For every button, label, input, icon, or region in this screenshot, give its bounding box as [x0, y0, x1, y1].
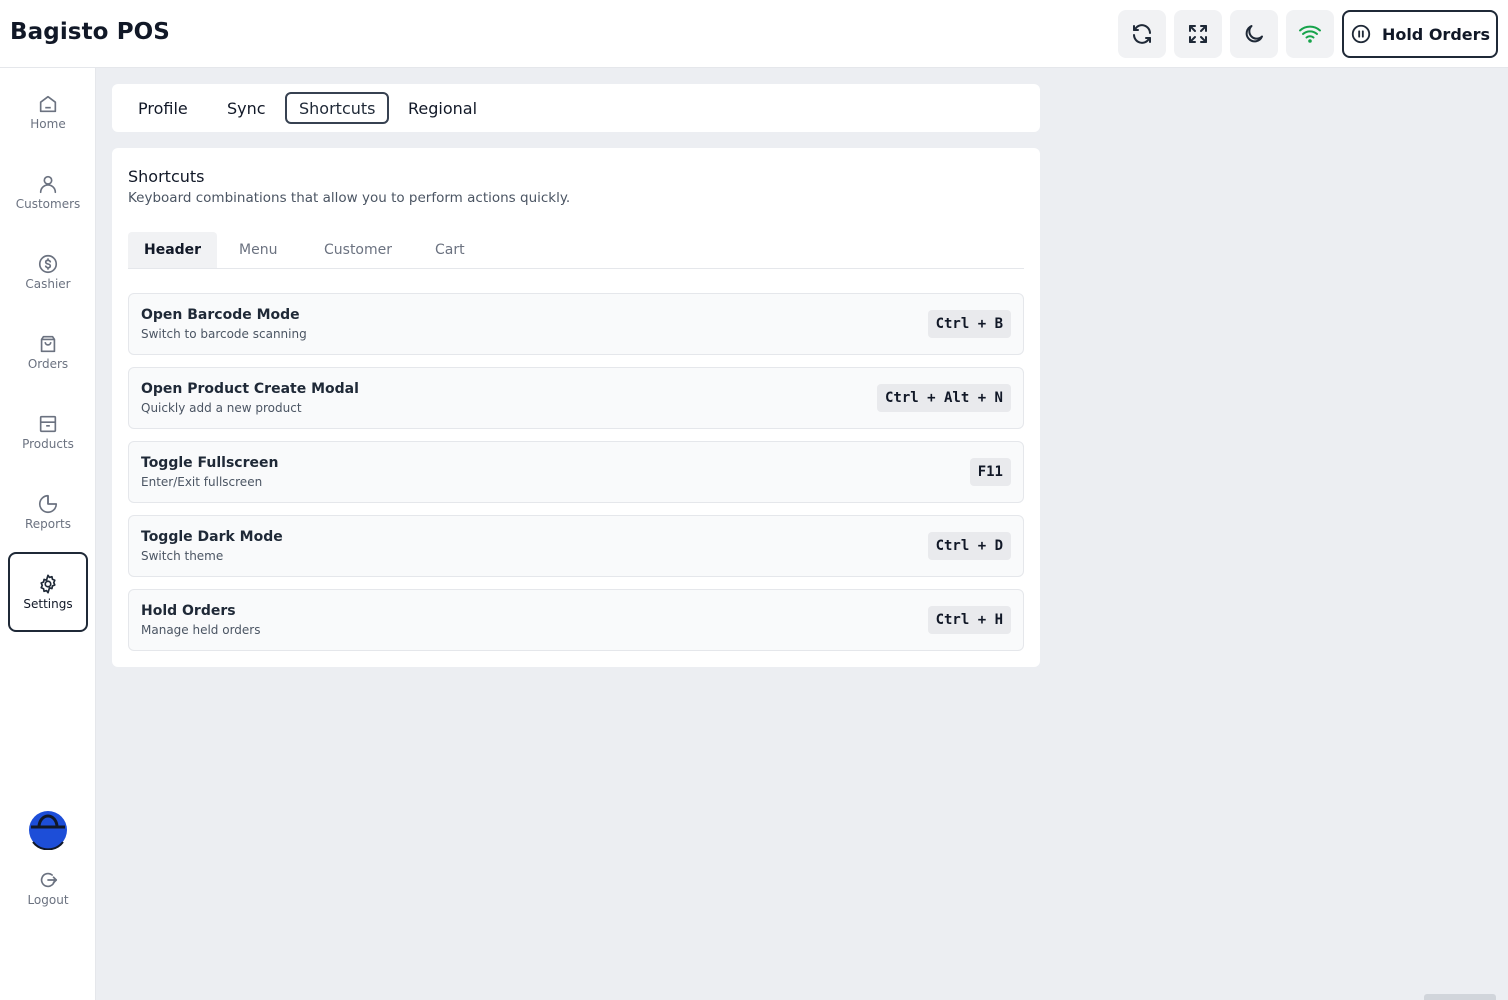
sidebar-item-label: Products: [22, 437, 74, 451]
sidebar: Home Customers Cashier Orders Products R…: [0, 68, 96, 1000]
sidebar-item-customers[interactable]: Customers: [8, 152, 88, 232]
shortcut-title: Hold Orders: [141, 603, 236, 619]
shortcut-title: Toggle Dark Mode: [141, 529, 283, 545]
subtab-customer[interactable]: Customer: [308, 232, 408, 268]
sidebar-item-settings[interactable]: Settings: [8, 552, 88, 632]
tab-shortcuts[interactable]: Shortcuts: [285, 92, 390, 124]
shortcut-title: Open Barcode Mode: [141, 307, 300, 323]
subtab-header[interactable]: Header: [128, 232, 218, 268]
shortcut-keys: Ctrl + D: [927, 532, 1011, 560]
sidebar-item-products[interactable]: Products: [8, 392, 88, 472]
sync-icon: [1133, 24, 1151, 44]
top-bar: Bagisto POS Hold Orders: [0, 0, 1508, 68]
tab-profile[interactable]: Profile: [126, 92, 200, 124]
moon-icon: [1245, 25, 1263, 43]
gear-icon: [40, 574, 56, 594]
sidebar-item-label: Reports: [24, 517, 72, 531]
shortcut-description: Manage held orders: [141, 623, 261, 637]
sidebar-item-label: Settings: [23, 597, 73, 611]
sidebar-item-home[interactable]: Home: [8, 72, 88, 152]
shortcut-description: Quickly add a new product: [141, 401, 302, 415]
sync-button[interactable]: [1118, 10, 1166, 58]
horizontal-scrollbar[interactable]: [1424, 994, 1496, 1000]
shortcut-title: Open Product Create Modal: [141, 381, 359, 397]
pause-circle-icon: [1351, 24, 1371, 44]
shortcut-keys: Ctrl + B: [927, 310, 1011, 338]
sidebar-item-reports[interactable]: Reports: [8, 472, 88, 552]
fullscreen-icon: [1189, 25, 1207, 43]
panel-title: Shortcuts: [128, 167, 205, 186]
sidebar-item-orders[interactable]: Orders: [8, 312, 88, 392]
tab-regional[interactable]: Regional: [396, 92, 489, 124]
shortcut-title: Toggle Fullscreen: [141, 455, 279, 471]
shortcut-category-tabs: Header Menu Customer Cart: [128, 232, 1024, 269]
bag-icon: [40, 335, 56, 353]
logout-label: Logout: [27, 893, 69, 907]
fullscreen-button[interactable]: [1174, 10, 1222, 58]
app-title: Bagisto POS: [10, 19, 170, 45]
shortcut-row: Open Product Create Modal Quickly add a …: [128, 367, 1024, 429]
shortcut-row: Open Barcode Mode Switch to barcode scan…: [128, 293, 1024, 355]
home-icon: [39, 95, 57, 113]
shortcut-row: Toggle Dark Mode Switch theme Ctrl + D: [128, 515, 1024, 577]
dark-mode-button[interactable]: [1230, 10, 1278, 58]
shortcut-description: Switch to barcode scanning: [141, 327, 307, 341]
sidebar-item-label: Home: [30, 117, 66, 131]
connection-status-button[interactable]: [1286, 10, 1334, 58]
sidebar-item-label: Orders: [27, 357, 69, 371]
dollar-icon: [38, 254, 58, 274]
shortcuts-panel: Shortcuts Keyboard combinations that all…: [112, 148, 1040, 667]
logout-icon: [40, 872, 58, 888]
tab-sync[interactable]: Sync: [215, 92, 278, 124]
avatar[interactable]: [27, 808, 69, 850]
subtab-cart[interactable]: Cart: [419, 232, 481, 268]
sidebar-item-cashier[interactable]: Cashier: [8, 232, 88, 312]
box-icon: [39, 415, 57, 433]
shortcut-description: Switch theme: [141, 549, 224, 563]
logout-button[interactable]: Logout: [8, 848, 88, 928]
shortcut-keys: Ctrl + Alt + N: [876, 384, 1011, 412]
sidebar-item-label: Cashier: [25, 277, 71, 291]
wifi-icon: [1299, 25, 1321, 43]
shortcut-description: Enter/Exit fullscreen: [141, 475, 263, 489]
subtab-menu[interactable]: Menu: [223, 232, 293, 268]
hold-orders-button[interactable]: Hold Orders: [1342, 10, 1498, 58]
settings-tabs: Profile Sync Shortcuts Regional: [112, 84, 1040, 132]
pie-chart-icon: [38, 494, 58, 514]
shortcut-row: Toggle Fullscreen Enter/Exit fullscreen …: [128, 441, 1024, 503]
hold-orders-label: Hold Orders: [1381, 24, 1491, 44]
shortcut-keys: F11: [969, 458, 1011, 486]
sidebar-item-label: Customers: [15, 197, 81, 211]
shortcut-keys: Ctrl + H: [927, 606, 1011, 634]
user-icon: [39, 175, 57, 194]
shortcut-row: Hold Orders Manage held orders Ctrl + H: [128, 589, 1024, 651]
panel-subtitle: Keyboard combinations that allow you to …: [128, 190, 571, 206]
